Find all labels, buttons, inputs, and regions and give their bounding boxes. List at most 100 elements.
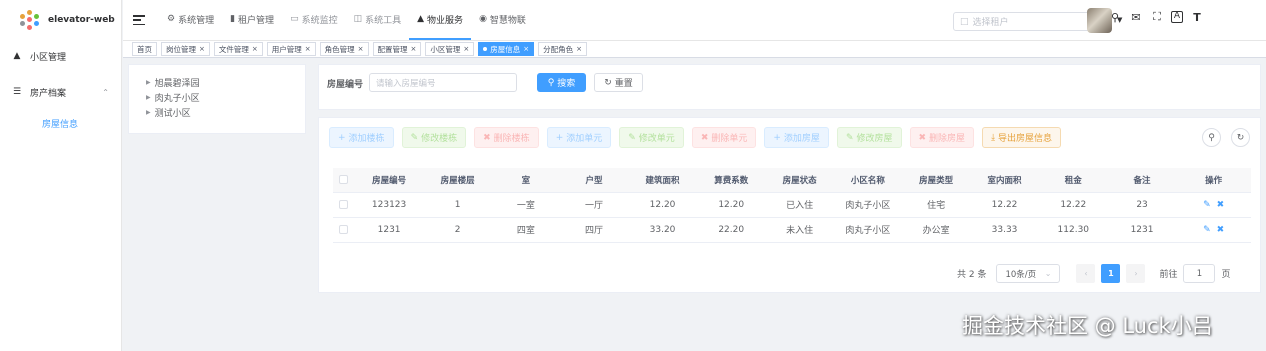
action-button-5[interactable]: ✖ 删除单元: [691, 127, 757, 148]
search-form: 房屋编号 请输入房屋编号 ⚲ 搜索 ↻ 重置: [318, 64, 1261, 110]
pagination: 共 2 条 10条/页 ⌄ ‹ 1 › 前往 1 页: [957, 264, 1230, 283]
action-button-2[interactable]: ✖ 删除楼栋: [474, 127, 539, 148]
table-cell: 123123: [354, 192, 424, 218]
hamburger-icon[interactable]: [133, 15, 145, 25]
app-logo[interactable]: elevator-web: [0, 0, 121, 40]
tag-7[interactable]: 房屋信息 ×: [478, 42, 535, 56]
row-checkbox[interactable]: [339, 224, 349, 234]
topnav-system[interactable]: ⚙ 系统管理: [159, 0, 222, 40]
action-button-6[interactable]: + 添加房屋: [764, 127, 829, 148]
tag-4[interactable]: 角色管理 ×: [319, 42, 369, 56]
table-cell: 12.22: [1038, 192, 1108, 218]
download-icon: ⤓: [991, 132, 996, 143]
tag-1[interactable]: 岗位管理 ×: [161, 42, 210, 56]
tree-node[interactable]: ▶ 肉丸子小区: [129, 90, 305, 105]
action-button-3[interactable]: + 添加单元: [546, 127, 612, 148]
total-count: 共 2 条: [957, 270, 987, 280]
fullscreen-icon[interactable]: ⛶: [1150, 10, 1164, 24]
delete-icon[interactable]: ✖: [1217, 200, 1225, 210]
tag-label: 小区管理: [430, 44, 461, 54]
monitor-icon: ▭: [290, 14, 299, 24]
select-all-checkbox[interactable]: [339, 174, 349, 184]
reset-button[interactable]: ↻ 重置: [594, 73, 643, 92]
goto-page-input[interactable]: 1: [1183, 264, 1216, 283]
tenant-select[interactable]: □ 选择租户 ⌄: [953, 12, 1099, 31]
action-button-8[interactable]: ✖ 删除房屋: [909, 127, 975, 148]
action-button-label: 导出房屋信息: [998, 134, 1053, 144]
action-button-label: 删除楼栋: [493, 134, 530, 144]
close-icon[interactable]: ×: [411, 45, 417, 53]
edit-icon[interactable]: ✎: [1203, 200, 1211, 210]
column-header: 小区名称: [833, 168, 902, 193]
tag-5[interactable]: 配置管理 ×: [372, 42, 422, 56]
sidebar-item-property-archive[interactable]: ☰ 房产档案 ⌃: [0, 76, 121, 108]
search-button[interactable]: ⚲ 搜索: [537, 73, 586, 92]
sidebar-item-community[interactable]: ▲ 小区管理: [0, 40, 121, 72]
table-cell: 1231: [1107, 217, 1177, 243]
close-icon[interactable]: ×: [358, 45, 364, 53]
topnav-tenant[interactable]: ▮ 租户管理: [222, 0, 282, 40]
table-cell: 未入住: [765, 217, 834, 243]
tag-8[interactable]: 分配角色 ×: [538, 42, 587, 56]
row-select-cell: [333, 217, 355, 243]
next-page-button[interactable]: ›: [1126, 264, 1146, 283]
action-button-7[interactable]: ✎ 修改房屋: [836, 127, 902, 148]
close-icon[interactable]: ×: [305, 45, 311, 53]
message-icon[interactable]: ✉: [1129, 11, 1143, 24]
tag-6[interactable]: 小区管理 ×: [425, 42, 475, 56]
page-number[interactable]: 1: [1101, 264, 1121, 283]
row-checkbox[interactable]: [339, 199, 349, 209]
tag-label: 首页: [137, 44, 152, 54]
prev-page-button[interactable]: ‹: [1076, 264, 1096, 283]
action-button-0[interactable]: + 添加楼栋: [329, 127, 394, 148]
tag-0[interactable]: 首页: [132, 42, 157, 56]
tag-2[interactable]: 文件管理 ×: [213, 42, 263, 56]
caret-down-icon[interactable]: ▼: [1117, 16, 1122, 24]
sidebar-item-house-info[interactable]: 房屋信息: [0, 108, 121, 138]
tree-node-label: 旭晨碧泽园: [154, 79, 200, 89]
tag-label: 分配角色: [543, 44, 574, 54]
close-icon[interactable]: ×: [252, 45, 258, 53]
house-number-input[interactable]: 请输入房屋编号: [369, 73, 517, 92]
close-icon[interactable]: ×: [199, 45, 205, 53]
edit-icon: ✎: [628, 132, 636, 143]
tag-3[interactable]: 用户管理 ×: [266, 42, 316, 56]
action-button-4[interactable]: ✎ 修改单元: [619, 127, 684, 148]
topnav-iot[interactable]: ◉ 智慧物联: [471, 0, 534, 40]
table-cell: 12.20: [696, 192, 766, 218]
plus-icon: +: [555, 132, 564, 143]
tag-label: 配置管理: [377, 44, 408, 54]
community-tree: ▶ 旭晨碧泽园 ▶ 肉丸子小区 ▶ 测试小区: [128, 64, 306, 134]
column-header: 租金: [1038, 168, 1108, 193]
table-cell: 四室: [491, 217, 560, 243]
select-all-cell: [333, 168, 355, 193]
watermark: 掘金技术社区 @ Luck小吕: [962, 314, 1213, 338]
table-cell: 1: [423, 192, 492, 218]
gear-icon: ⚙: [167, 14, 176, 24]
close-icon[interactable]: ×: [463, 45, 469, 53]
action-button-1[interactable]: ✎ 修改楼栋: [401, 127, 467, 148]
column-header: 房屋编号: [354, 168, 424, 193]
tag-label: 岗位管理: [166, 44, 196, 54]
tenant-select-placeholder: 选择租户: [972, 18, 1009, 28]
refresh-button[interactable]: ↻: [1231, 128, 1250, 147]
avatar[interactable]: [1087, 8, 1112, 33]
close-icon[interactable]: ×: [523, 45, 529, 53]
table-cell: 肉丸子小区: [833, 217, 902, 243]
font-size-icon[interactable]: T: [1190, 11, 1204, 24]
topnav-monitor[interactable]: ▭ 系统监控: [282, 0, 346, 40]
table-cell: 33.33: [970, 217, 1039, 243]
delete-icon: ✖: [483, 132, 491, 143]
tree-node[interactable]: ▶ 测试小区: [129, 105, 305, 120]
delete-icon[interactable]: ✖: [1217, 225, 1225, 235]
edit-icon[interactable]: ✎: [1203, 225, 1211, 235]
table-row: 123123 1 一室 一厅 12.20 12.20 已入住 肉丸子小区 住宅 12.22 12.2…: [333, 192, 1251, 218]
page-size-select[interactable]: 10条/页 ⌄: [996, 264, 1061, 283]
topnav-tools[interactable]: ◫ 系统工具: [346, 0, 410, 40]
toggle-search-button[interactable]: ⚲: [1202, 128, 1221, 147]
close-icon[interactable]: ×: [576, 45, 582, 53]
language-icon[interactable]: A: [1171, 11, 1183, 23]
action-button-9[interactable]: ⤓ 导出房屋信息: [982, 127, 1062, 148]
tree-node[interactable]: ▶ 旭晨碧泽园: [129, 75, 305, 90]
topnav-property-service[interactable]: ▲ 物业服务: [409, 0, 472, 40]
